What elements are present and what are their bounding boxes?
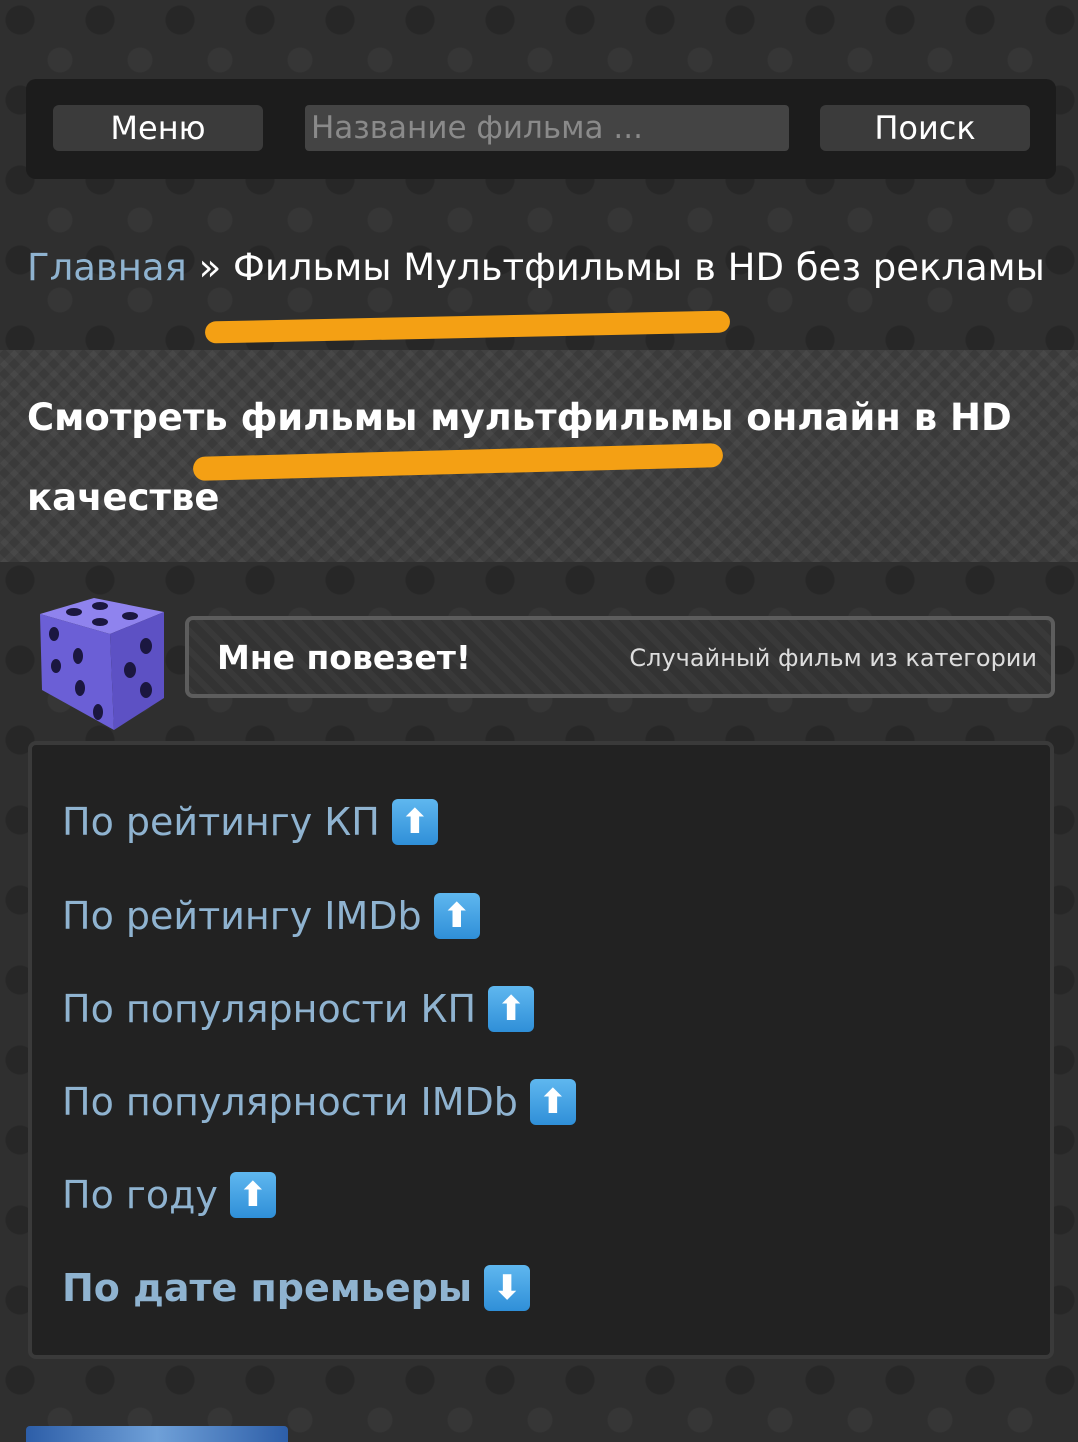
sort-label: По рейтингу КП: [62, 800, 380, 844]
sort-by-premiere-date[interactable]: По дате премьеры ⬇: [62, 1265, 531, 1311]
lucky-button[interactable]: Мне повезет! Случайный фильм из категори…: [185, 616, 1055, 698]
arrow-up-icon: ⬆: [488, 986, 535, 1032]
menu-button[interactable]: Меню: [53, 105, 263, 151]
sort-by-kp-rating[interactable]: По рейтингу КП ⬆: [62, 799, 438, 845]
sort-label: По году: [62, 1173, 218, 1217]
sort-label: По популярности IMDb: [62, 1080, 518, 1124]
movie-thumbnail[interactable]: [26, 1426, 288, 1442]
sort-by-imdb-popularity[interactable]: По популярности IMDb ⬆: [62, 1079, 576, 1125]
sort-by-kp-popularity[interactable]: По популярности КП ⬆: [62, 986, 535, 1032]
arrow-up-icon: ⬆: [433, 893, 480, 939]
sort-label: По популярности КП: [62, 987, 477, 1031]
arrow-up-icon: ⬆: [229, 1172, 276, 1218]
sort-label: По рейтингу IMDb: [62, 894, 422, 938]
sort-panel: По рейтингу КП ⬆ По рейтингу IMDb ⬆ По п…: [28, 741, 1054, 1359]
breadcrumb: Главная » Фильмы Мультфильмы в HD без ре…: [27, 246, 1045, 289]
arrow-up-icon: ⬆: [391, 799, 438, 845]
arrow-down-icon: ⬇: [484, 1265, 531, 1311]
sort-label: По дате премьеры: [62, 1266, 473, 1310]
breadcrumb-separator: »: [186, 246, 233, 289]
dice-icon[interactable]: [34, 594, 168, 732]
breadcrumb-home-link[interactable]: Главная: [27, 246, 187, 289]
arrow-up-icon: ⬆: [529, 1079, 576, 1125]
lucky-title: Мне повезет!: [217, 638, 471, 677]
search-button[interactable]: Поиск: [820, 105, 1030, 151]
sort-by-year[interactable]: По году ⬆: [62, 1172, 276, 1218]
breadcrumb-current: Фильмы Мультфильмы в HD без рекламы: [233, 246, 1045, 289]
highlight-stroke: [204, 310, 731, 344]
search-input[interactable]: [305, 105, 789, 151]
lucky-subtitle: Случайный фильм из категории: [629, 644, 1037, 672]
top-bar: Меню Поиск: [26, 79, 1056, 179]
sort-by-imdb-rating[interactable]: По рейтингу IMDb ⬆: [62, 893, 480, 939]
